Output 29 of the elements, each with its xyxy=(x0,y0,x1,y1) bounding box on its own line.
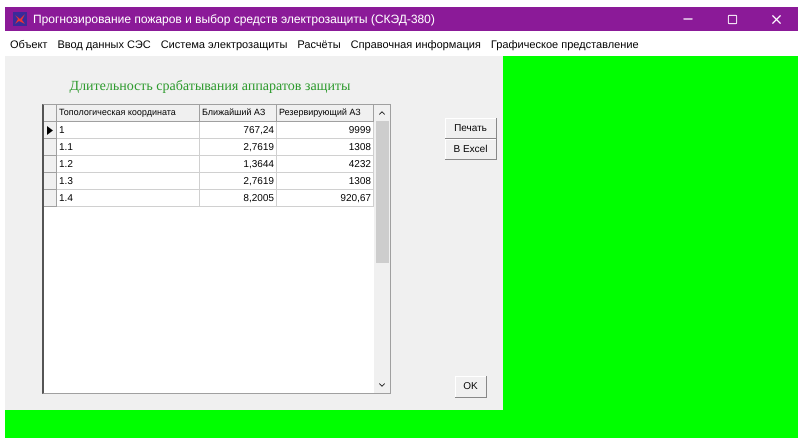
menu-item[interactable]: Объект xyxy=(10,36,48,54)
vertical-scrollbar[interactable] xyxy=(374,105,390,393)
action-button[interactable]: Печать xyxy=(445,118,497,139)
current-row-icon xyxy=(47,126,53,134)
column-header[interactable]: Ближайший АЗ xyxy=(200,105,277,122)
action-button[interactable]: В Excel xyxy=(445,139,497,160)
panel-title: Длительность срабатывания аппаратов защиты xyxy=(68,78,352,96)
maximize-icon xyxy=(726,14,738,24)
menu-item[interactable]: Графическое представление xyxy=(490,36,639,54)
table-cell: 1.1 xyxy=(57,139,200,156)
ok-button[interactable]: OK xyxy=(455,376,487,398)
table-cell: 2,7619 xyxy=(200,173,277,190)
table-cell: 2,7619 xyxy=(200,139,277,156)
table-cell: 1,3644 xyxy=(200,156,277,173)
row-indicator[interactable] xyxy=(44,122,57,139)
menu-item[interactable]: Расчёты xyxy=(297,36,341,54)
table-cell: 8,2005 xyxy=(200,190,277,207)
table-cell: 1 xyxy=(57,122,200,139)
window-title: Прогнозирование пожаров и выбор средств электрозащиты (СКЭД-380) xyxy=(33,11,435,28)
app-icon xyxy=(13,12,27,26)
menu-item[interactable]: Справочная информация xyxy=(350,36,481,54)
table-cell: 767,24 xyxy=(200,122,277,139)
column-header[interactable]: Топологическая координата xyxy=(57,105,200,122)
table-cell: 1.2 xyxy=(57,156,200,173)
menu-item[interactable]: Система электрозащиты xyxy=(160,36,288,54)
table-cell: 1.4 xyxy=(57,190,200,207)
scrollbar-thumb[interactable] xyxy=(376,121,388,263)
table-cell: 1.3 xyxy=(57,173,200,190)
menu-item[interactable]: Ввод данных СЭС xyxy=(57,36,151,54)
